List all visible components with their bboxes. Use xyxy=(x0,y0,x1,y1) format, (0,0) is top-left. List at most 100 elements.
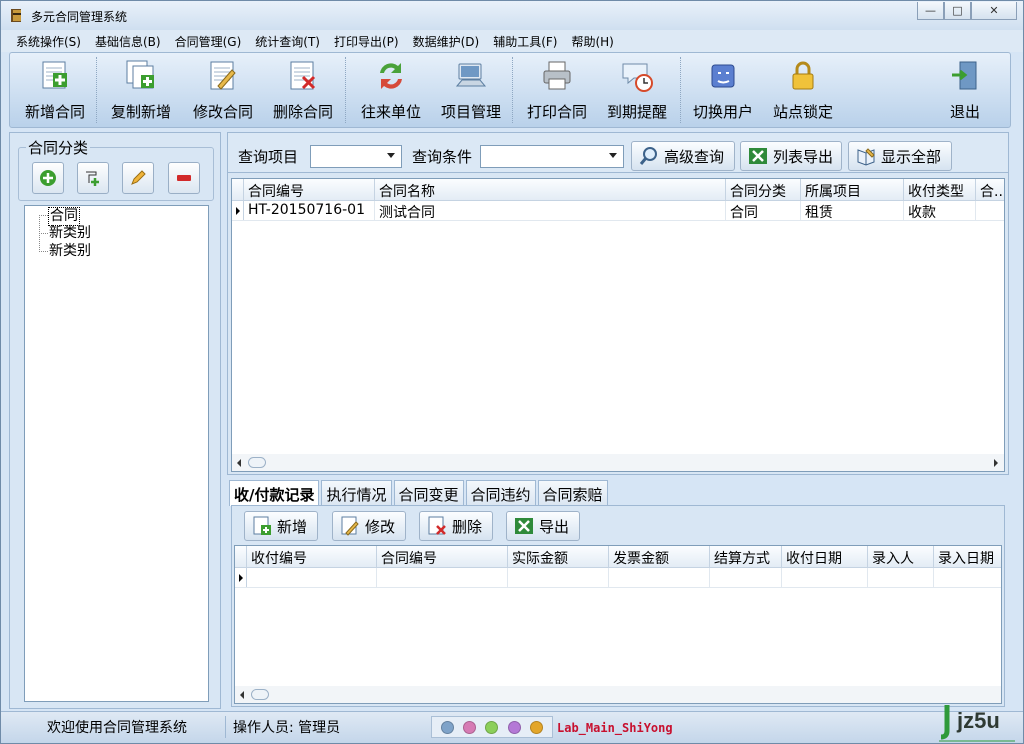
menu-system[interactable]: 系统操作(S) xyxy=(9,33,88,50)
column-header[interactable]: 合同编号 xyxy=(244,179,375,201)
menu-help[interactable]: 帮助(H) xyxy=(564,33,620,50)
copy-new-button[interactable]: 复制新增 xyxy=(108,57,174,125)
tree-connector xyxy=(39,233,48,234)
column-header[interactable]: 合同名称 xyxy=(375,179,726,201)
theme-dot[interactable] xyxy=(530,720,544,734)
tab-claims[interactable]: 合同索赔 xyxy=(537,480,608,505)
add-subcategory-button[interactable] xyxy=(77,162,109,194)
maximize-button[interactable]: □ xyxy=(944,2,971,20)
close-icon: ✕ xyxy=(989,4,999,17)
column-header[interactable]: 收付类型 xyxy=(904,179,976,201)
add-record-icon xyxy=(253,516,271,535)
switch-user-button[interactable]: 切换用户 xyxy=(690,57,756,125)
column-header[interactable]: 合同分类 xyxy=(726,179,801,201)
scrollbar-thumb[interactable] xyxy=(251,689,269,700)
tree-node-contract[interactable]: 合同 xyxy=(48,207,80,226)
magnifier-icon xyxy=(639,147,657,165)
lock-site-button[interactable]: 站点锁定 xyxy=(770,57,836,125)
column-header[interactable]: 所属项目 xyxy=(801,179,904,201)
partners-label: 往来单位 xyxy=(360,103,421,121)
theme-dot[interactable] xyxy=(485,720,499,734)
table-cell: 收款 xyxy=(904,201,976,221)
due-reminder-button[interactable]: 到期提醒 xyxy=(604,57,670,125)
table-cell xyxy=(782,568,868,588)
column-header[interactable]: 合同编号 xyxy=(377,546,508,568)
column-header[interactable]: 结算方式 xyxy=(710,546,782,568)
edit-category-button[interactable] xyxy=(122,162,154,194)
current-row-indicator xyxy=(232,201,244,220)
scroll-left-icon[interactable] xyxy=(240,691,244,699)
tab-payment-records[interactable]: 收/付款记录 xyxy=(229,480,320,506)
query-condition-select[interactable] xyxy=(480,145,624,168)
menu-print-export[interactable]: 打印导出(P) xyxy=(327,33,406,50)
theme-dot[interactable] xyxy=(463,720,477,734)
main-toolbar: 新增合同 复制新增 修改合同 删除合同 往来单位 项目管理 打印合同 到期提醒 … xyxy=(9,52,1011,128)
switch-user-label: 切换用户 xyxy=(692,103,753,121)
exit-button[interactable]: 退出 xyxy=(938,57,992,125)
menu-tools[interactable]: 辅助工具(F) xyxy=(486,33,564,50)
close-button[interactable]: ✕ xyxy=(971,2,1017,20)
tree-node-new-category[interactable]: 新类别 xyxy=(49,243,91,260)
printer-icon xyxy=(543,61,571,90)
copy-new-icon xyxy=(126,60,154,89)
detail-tabs: 收/付款记录 执行情况 合同变更 合同违约 合同索赔 xyxy=(229,480,610,506)
table-cell: 测试合同 xyxy=(375,201,726,221)
edit-contract-label: 修改合同 xyxy=(192,103,253,121)
column-header[interactable]: 收付编号 xyxy=(247,546,377,568)
edit-payment-button[interactable]: 修改 xyxy=(332,511,406,541)
tree-node-new-category[interactable]: 新类别 xyxy=(49,225,91,242)
delete-payment-button[interactable]: 删除 xyxy=(419,511,493,541)
export-payment-button[interactable]: 导出 xyxy=(506,511,580,541)
show-all-button[interactable]: 显示全部 xyxy=(848,141,952,171)
new-contract-icon xyxy=(42,61,67,89)
advanced-query-button[interactable]: 高级查询 xyxy=(631,141,735,171)
delete-category-button[interactable] xyxy=(168,162,200,194)
triangle-right-icon xyxy=(239,574,243,582)
tree-connector xyxy=(39,251,48,252)
tab-breach[interactable]: 合同违约 xyxy=(465,480,536,505)
status-bar: 欢迎使用合同管理系统 操作人员: 管理员 Lab_Main_ShiYong xyxy=(1,711,1023,743)
print-contract-button[interactable]: 打印合同 xyxy=(524,57,590,125)
menu-basic-info[interactable]: 基础信息(B) xyxy=(88,33,168,50)
horizontal-scrollbar[interactable] xyxy=(235,686,1001,703)
column-header[interactable]: 录入日期 xyxy=(934,546,1001,568)
menu-data-maintenance[interactable]: 数据维护(D) xyxy=(406,33,487,50)
theme-dot[interactable] xyxy=(507,720,521,734)
menu-contract[interactable]: 合同管理(G) xyxy=(168,33,249,50)
scrollbar-thumb[interactable] xyxy=(248,457,266,468)
projects-button[interactable]: 项目管理 xyxy=(438,57,504,125)
table-cell xyxy=(976,201,1004,221)
book-icon xyxy=(857,148,875,166)
partners-button[interactable]: 往来单位 xyxy=(358,57,424,125)
table-row[interactable] xyxy=(235,568,1001,588)
minus-icon xyxy=(177,175,191,181)
reminder-clock-icon xyxy=(622,63,653,92)
menu-statistics[interactable]: 统计查询(T) xyxy=(248,33,327,50)
add-category-button[interactable] xyxy=(32,162,64,194)
column-header[interactable]: 发票金额 xyxy=(609,546,710,568)
column-header[interactable]: 合... xyxy=(976,179,1004,201)
horizontal-scrollbar[interactable] xyxy=(232,454,1004,471)
export-payment-label: 导出 xyxy=(539,517,570,536)
export-list-button[interactable]: 列表导出 xyxy=(740,141,842,171)
table-row[interactable]: HT-20150716-01 测试合同 合同 租赁 收款 xyxy=(232,201,1004,221)
scroll-right-icon[interactable] xyxy=(994,459,998,467)
tab-execution[interactable]: 执行情况 xyxy=(321,480,392,505)
delete-contract-button[interactable]: 删除合同 xyxy=(270,57,336,125)
new-contract-button[interactable]: 新增合同 xyxy=(22,57,88,125)
query-item-select[interactable] xyxy=(310,145,402,168)
copy-new-label: 复制新增 xyxy=(110,103,171,121)
watermark-text: jz5u xyxy=(957,708,1000,733)
column-header[interactable]: 录入人 xyxy=(868,546,934,568)
scroll-left-icon[interactable] xyxy=(237,459,241,467)
add-payment-label: 新增 xyxy=(277,517,308,536)
table-cell xyxy=(934,568,1001,588)
minimize-button[interactable]: — xyxy=(917,2,944,20)
edit-contract-button[interactable]: 修改合同 xyxy=(190,57,256,125)
column-header[interactable]: 实际金额 xyxy=(508,546,609,568)
theme-dot[interactable] xyxy=(440,720,454,734)
add-payment-button[interactable]: 新增 xyxy=(244,511,318,541)
tab-changes[interactable]: 合同变更 xyxy=(393,480,464,505)
status-separator xyxy=(225,716,226,738)
column-header[interactable]: 收付日期 xyxy=(782,546,868,568)
